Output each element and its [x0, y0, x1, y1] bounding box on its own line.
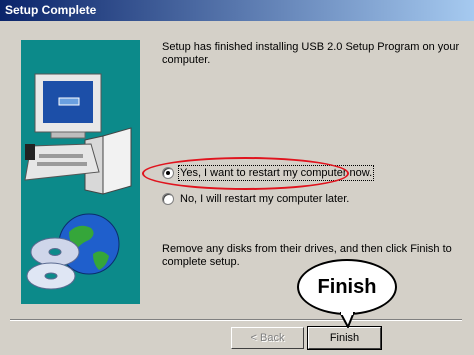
radio-button-unselected[interactable]: [162, 193, 174, 205]
title-bar: Setup Complete: [0, 0, 474, 21]
radio-restart-later[interactable]: No, I will restart my computer later.: [162, 193, 349, 205]
remove-disks-message: Remove any disks from their drives, and …: [162, 243, 452, 268]
setup-complete-dialog: Setup Complete Setup has finished instal…: [0, 0, 474, 355]
callout-pointer: [340, 312, 356, 328]
radio-label-restart-later[interactable]: No, I will restart my computer later.: [180, 193, 349, 205]
finish-button[interactable]: Finish: [307, 326, 382, 350]
button-separator: [10, 319, 462, 321]
red-highlight-annotation: [142, 157, 349, 190]
window-title: Setup Complete: [5, 3, 97, 17]
finish-message: Setup has finished installing USB 2.0 Se…: [162, 41, 460, 66]
back-button[interactable]: < Back: [231, 327, 304, 349]
finish-callout-annotation: Finish: [297, 259, 397, 315]
computer-icon: [24, 73, 132, 195]
setup-illustration: [21, 40, 140, 304]
